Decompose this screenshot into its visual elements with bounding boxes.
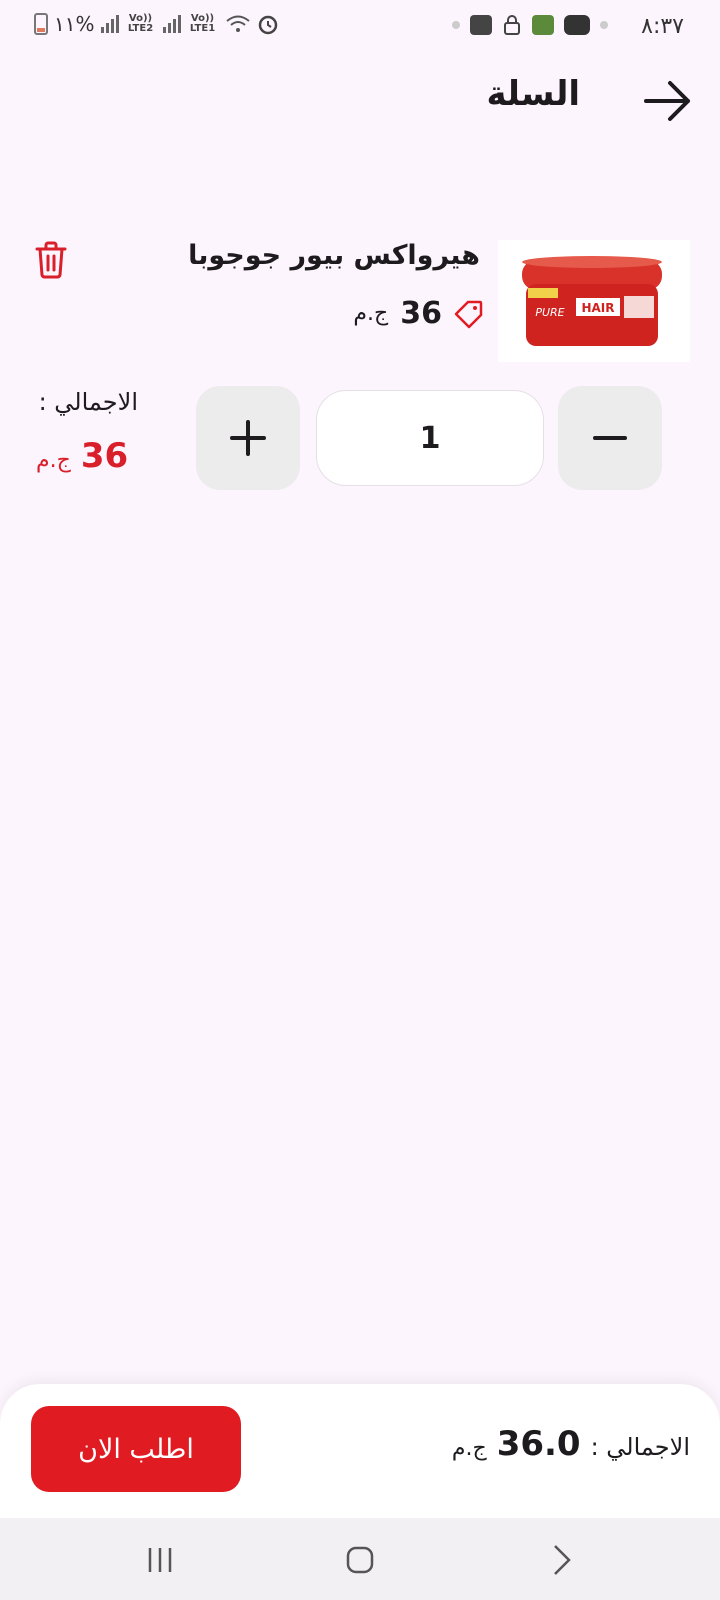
status-left-icons: ١١% Vo)) LTE2 Vo)) LTE1 <box>34 12 279 36</box>
grand-total-value: 36.0 <box>496 1424 581 1464</box>
arrow-right-icon <box>644 81 690 121</box>
decrease-quantity-button[interactable] <box>558 386 662 490</box>
minus-icon <box>593 436 627 440</box>
system-nav-bar <box>0 1518 720 1600</box>
product-price: 36 <box>400 296 442 331</box>
product-price-row: 36 ج.م <box>353 296 484 331</box>
mosque-app-icon <box>532 15 554 35</box>
signal-icon <box>100 15 119 33</box>
line-total-currency: ج.م <box>36 448 71 473</box>
back-button[interactable] <box>642 78 694 124</box>
status-bar: ١١% Vo)) LTE2 Vo)) LTE1 ٨:٣٧ <box>0 0 720 56</box>
quantity-field[interactable]: 1 <box>316 390 544 486</box>
product-name: هيرواكس بيور جوجوبا <box>188 240 480 271</box>
grand-total: الاجمالي : 36.0 ج.م <box>452 1424 690 1464</box>
lock-icon <box>504 15 520 35</box>
nav-back-button[interactable] <box>532 1540 592 1580</box>
line-total-label: الاجمالي : <box>38 388 138 416</box>
page-title: السلة <box>486 74 580 114</box>
dot-icon <box>452 21 460 29</box>
svg-text:HAIR: HAIR <box>581 301 614 315</box>
status-right-icons <box>452 14 608 36</box>
dot-icon <box>600 21 608 29</box>
grand-total-label: الاجمالي : <box>590 1433 690 1461</box>
recents-icon <box>148 1548 172 1572</box>
increase-quantity-button[interactable] <box>196 386 300 490</box>
gallery-icon <box>470 15 492 35</box>
home-button[interactable] <box>330 1540 390 1580</box>
checkout-bar: اطلب الان الاجمالي : 36.0 ج.م <box>0 1384 720 1518</box>
svg-text:PURE: PURE <box>535 306 564 319</box>
order-now-button[interactable]: اطلب الان <box>31 1406 241 1492</box>
grand-total-currency: ج.م <box>451 1436 487 1461</box>
battery-percent: ١١% <box>54 12 95 36</box>
product-image: HAIR PURE <box>498 240 690 362</box>
price-tag-icon <box>454 300 483 328</box>
sim1-label: Vo)) LTE1 <box>189 13 216 34</box>
product-price-currency: ج.م <box>353 301 389 326</box>
line-total-value: 36 <box>80 436 129 476</box>
recents-button[interactable] <box>130 1540 190 1580</box>
battery-icon <box>34 13 48 35</box>
delete-item-button[interactable] <box>33 240 69 280</box>
home-icon <box>346 1546 374 1574</box>
youtube-icon <box>564 15 590 35</box>
hair-wax-jar-image: HAIR PURE <box>498 240 690 362</box>
alarm-icon <box>258 15 277 35</box>
line-total: 36 ج.م <box>36 436 128 476</box>
plus-icon <box>230 420 266 456</box>
signal-icon <box>162 15 181 33</box>
status-time: ٨:٣٧ <box>641 14 684 39</box>
back-chevron-icon <box>554 1545 571 1575</box>
wifi-icon <box>225 15 250 32</box>
sim2-label: Vo)) LTE2 <box>127 13 154 34</box>
trash-icon <box>35 241 67 279</box>
